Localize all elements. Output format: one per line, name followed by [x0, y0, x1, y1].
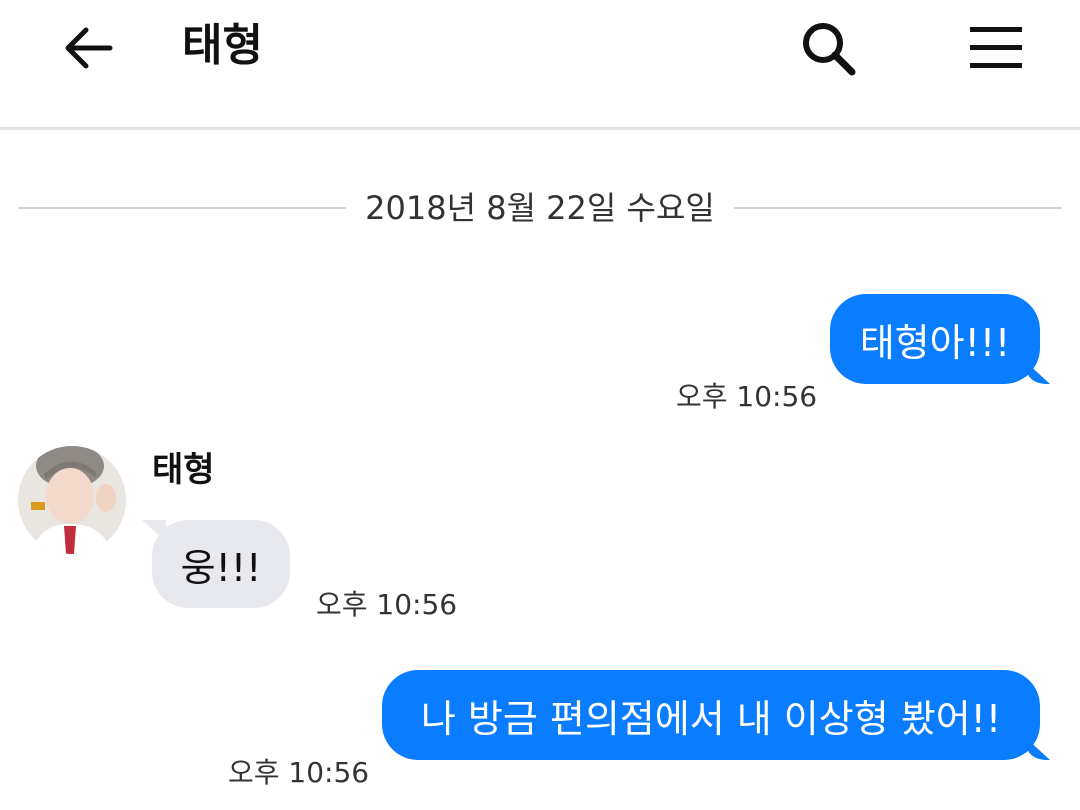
sent-message-bubble[interactable]: 나 방금 편의점에서 내 이상형 봤어!!	[382, 670, 1040, 760]
divider-line-right	[734, 207, 1062, 209]
message-text: 태형아!!!	[859, 320, 1011, 365]
search-icon	[803, 23, 856, 76]
avatar[interactable]	[18, 446, 126, 554]
chat-title: 태형	[182, 20, 263, 71]
search-button[interactable]	[796, 16, 860, 80]
message-time: 오후 10:56	[316, 588, 458, 621]
message-text: 나 방금 편의점에서 내 이상형 봤어!!	[420, 696, 1002, 741]
hamburger-menu-icon	[970, 27, 1022, 68]
chat-header: 태형	[0, 0, 1080, 130]
back-button[interactable]	[56, 20, 120, 76]
sent-message-bubble[interactable]: 태형아!!!	[830, 294, 1040, 384]
back-arrow-icon	[65, 27, 113, 69]
chat-screen: 태형 2018년 8월 22일 수요일 태형아!!! 오후 10:56 태형 웅…	[0, 0, 1080, 810]
received-message-bubble[interactable]: 웅!!!	[152, 520, 290, 608]
sender-name: 태형	[152, 450, 215, 490]
date-divider: 2018년 8월 22일 수요일	[18, 186, 1062, 230]
message-time: 오후 10:56	[676, 380, 818, 413]
message-time: 오후 10:56	[228, 756, 370, 789]
date-label: 2018년 8월 22일 수요일	[365, 189, 715, 227]
avatar-photo	[18, 446, 126, 554]
menu-button[interactable]	[962, 18, 1030, 76]
message-text: 웅!!!	[180, 545, 262, 590]
divider-line-left	[18, 207, 346, 209]
